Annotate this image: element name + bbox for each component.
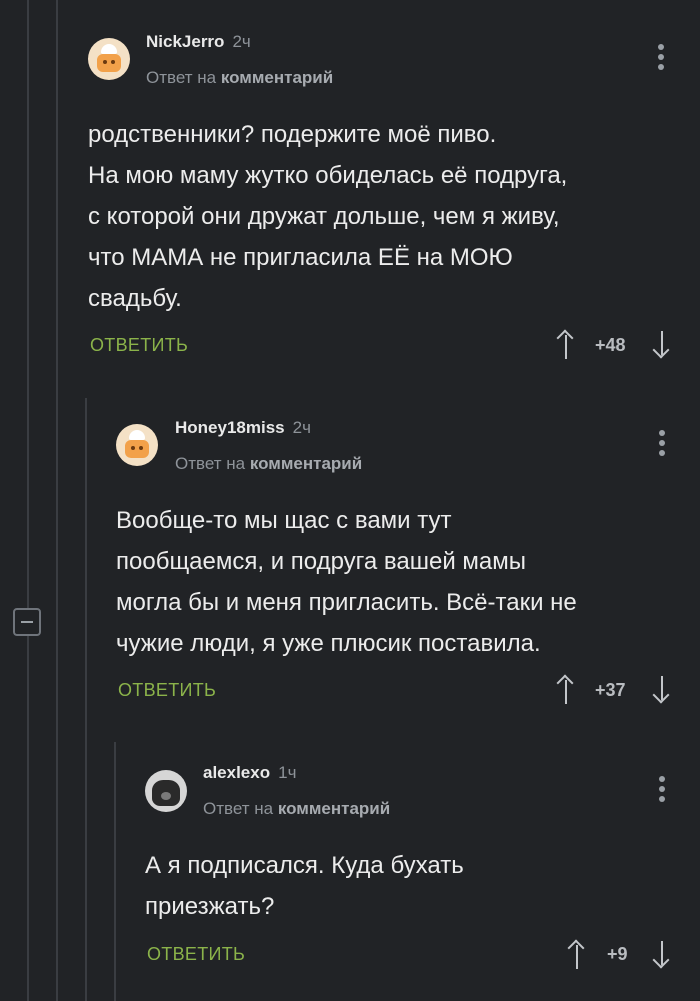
- kebab-menu-icon[interactable]: [658, 776, 666, 802]
- comment-score: +9: [607, 944, 628, 964]
- author-name[interactable]: alexlexo: [203, 763, 270, 782]
- avatar-spot: [161, 792, 171, 800]
- comment-time: 1ч: [278, 763, 297, 782]
- reply-to-target[interactable]: комментарий: [278, 799, 390, 818]
- arrow-up-icon[interactable]: [566, 939, 588, 970]
- reply-to-link[interactable]: Ответ на комментарий: [203, 799, 390, 819]
- arrow-down-icon[interactable]: [651, 940, 673, 970]
- reply-to-prefix: Ответ на: [203, 799, 274, 818]
- comment-text: А я подписался. Куда бухать приезжать?: [145, 852, 464, 920]
- comment-3: alexlexo 1ч Ответ на комментарий А я подп…: [0, 0, 700, 1001]
- reply-button[interactable]: ОТВЕТИТЬ: [147, 944, 245, 965]
- avatar-alexlexo[interactable]: [145, 770, 187, 812]
- comment-author[interactable]: alexlexo 1ч: [203, 763, 296, 783]
